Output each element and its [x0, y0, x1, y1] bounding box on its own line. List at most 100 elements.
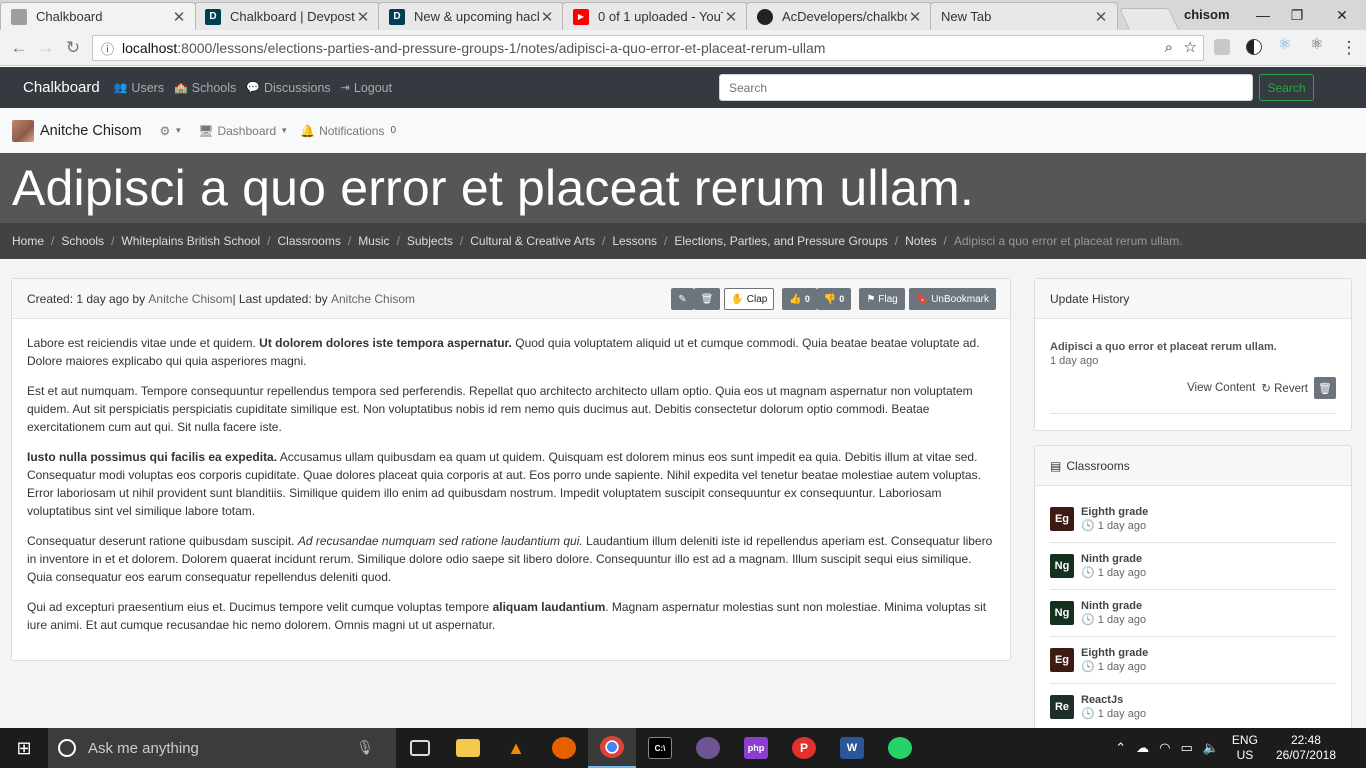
chevron-up-icon[interactable]: ⌃ [1115, 740, 1126, 756]
nav-discussions[interactable]: 💬 Discussions [246, 81, 330, 95]
settings-dropdown[interactable]: ⚙ ▼ [160, 124, 183, 138]
restore-icon[interactable]: ❐ [1280, 4, 1314, 26]
close-icon[interactable]: ✕ [907, 8, 923, 26]
linkedin-extension-icon[interactable] [1214, 39, 1230, 55]
author-link[interactable]: Anitche Chisom [148, 292, 232, 306]
username[interactable]: Anitche Chisom [40, 123, 142, 139]
dark-mode-extension-icon[interactable] [1246, 39, 1262, 55]
forward-icon[interactable]: → [35, 37, 57, 59]
dislike-button[interactable]: 👎 0 [816, 288, 852, 310]
breadcrumb-home[interactable]: Home [12, 234, 44, 248]
volume-icon[interactable]: 🔈 [1203, 740, 1219, 756]
classroom-item[interactable]: Re ReactJs 🕓 1 day ago [1050, 684, 1336, 731]
breadcrumb-notes[interactable]: Notes [905, 234, 936, 248]
info-icon[interactable]: ⓘ [101, 39, 114, 58]
browser-tab-github[interactable]: AcDevelopers/chalkboa ✕ [746, 2, 932, 30]
profile-name[interactable]: chisom [1184, 7, 1230, 22]
tab-title: Chalkboard [36, 9, 103, 24]
like-button[interactable]: 👍 0 [782, 288, 817, 310]
phpstorm-icon[interactable]: php [732, 728, 780, 768]
whatsapp-icon[interactable] [876, 728, 924, 768]
breadcrumb-subjects[interactable]: Subjects [407, 234, 453, 248]
dashboard-dropdown[interactable]: 🖥 Dashboard ▼ [198, 124, 288, 138]
tab-title: New & upcoming hackt [414, 9, 539, 24]
delete-button[interactable]: 🗑 [693, 288, 721, 310]
system-tray: ⌃ ☁ ◠ ▭ 🔈 ENG US 22:48 26/07/2018 [1110, 728, 1366, 768]
zoom-icon[interactable]: ⌕ [1165, 39, 1173, 56]
close-icon[interactable]: ✕ [355, 8, 371, 26]
delete-history-button[interactable]: 🗑 [1314, 377, 1336, 399]
edit-button[interactable]: ✎ [671, 288, 694, 310]
file-explorer-icon[interactable] [444, 728, 492, 768]
vlc-icon[interactable]: ▲ [492, 728, 540, 768]
browser-tab-devpost[interactable]: D Chalkboard | Devpost ✕ [194, 2, 380, 30]
react-devtools-icon[interactable]: ⚛ [1278, 35, 1294, 53]
wifi-icon[interactable]: ◠ [1159, 740, 1170, 756]
nav-logout[interactable]: ⇥ Logout [341, 81, 392, 95]
language-indicator[interactable]: ENG US [1232, 733, 1258, 763]
clap-button[interactable]: ✋ Clap [724, 288, 775, 310]
avatar[interactable] [12, 119, 34, 142]
history-item: Adipisci a quo error et placeat rerum ul… [1050, 341, 1336, 414]
breadcrumb-lesson[interactable]: Elections, Parties, and Pressure Groups [674, 234, 887, 248]
unbookmark-button[interactable]: 🔖 UnBookmark [908, 288, 996, 310]
breadcrumb-subject[interactable]: Cultural & Creative Arts [470, 234, 595, 248]
back-icon[interactable]: ← [8, 37, 30, 59]
bookmark-star-icon[interactable]: ☆ [1184, 38, 1197, 56]
address-bar[interactable]: ⓘ localhost:8000/lessons/elections-parti… [92, 35, 1204, 61]
microphone-icon[interactable]: 🎙 [356, 739, 374, 756]
classroom-item[interactable]: Eg Eighth grade 🕓 1 day ago [1050, 496, 1336, 543]
classrooms-card: ▤ Classrooms Eg Eighth grade 🕓 1 day ago N… [1034, 445, 1352, 735]
browser-tab-hackathons[interactable]: D New & upcoming hackt ✕ [378, 2, 564, 30]
cloud-icon[interactable]: ☁ [1136, 740, 1149, 756]
note-body: Labore est reiciendis vitae unde et quid… [12, 319, 1010, 661]
chrome-icon[interactable] [588, 728, 636, 768]
nav-schools[interactable]: 🏫 Schools [174, 81, 236, 95]
breadcrumb-classrooms[interactable]: Classrooms [277, 234, 340, 248]
close-icon[interactable]: ✕ [539, 8, 555, 26]
thumbs-down-icon: 👎 [823, 293, 837, 305]
classroom-item[interactable]: Ng Ninth grade 🕓 1 day ago [1050, 590, 1336, 637]
menu-icon[interactable]: ⋮ [1338, 37, 1360, 59]
clock[interactable]: 22:48 26/07/2018 [1276, 733, 1336, 763]
cogs-icon: ⚙ [159, 123, 171, 138]
word-icon[interactable]: W [828, 728, 876, 768]
notifications-link[interactable]: 🔔 Notifications 0 [300, 124, 396, 138]
close-icon[interactable]: ✕ [1093, 8, 1109, 26]
close-icon[interactable]: ✕ [171, 8, 187, 26]
search-button[interactable]: Search [1259, 74, 1314, 101]
address-path: :8000/lessons/elections-parties-and-pres… [177, 40, 826, 56]
classroom-item[interactable]: Ng Ninth grade 🕓 1 day ago [1050, 543, 1336, 590]
new-tab-button[interactable] [1118, 8, 1180, 30]
firefox-icon[interactable] [540, 728, 588, 768]
github-desktop-icon[interactable] [684, 728, 732, 768]
classroom-item[interactable]: Eg Eighth grade 🕓 1 day ago [1050, 637, 1336, 684]
breadcrumb-lessons[interactable]: Lessons [612, 234, 657, 248]
browser-tab-youtube[interactable]: ▶ 0 of 1 uploaded - YouTu ✕ [562, 2, 748, 30]
task-view-icon[interactable] [396, 728, 444, 768]
windows-start-icon[interactable]: ⊞ [0, 728, 48, 768]
browser-tab-strip: Chalkboard ✕ D Chalkboard | Devpost ✕ D … [0, 0, 1366, 30]
browser-tab-new-tab[interactable]: New Tab ✕ [930, 2, 1118, 30]
breadcrumb-school[interactable]: Whiteplains British School [121, 234, 260, 248]
cortana-search[interactable]: Ask me anything 🎙 [48, 728, 396, 768]
battery-icon[interactable]: ▭ [1180, 740, 1192, 756]
flag-button[interactable]: ⚑ Flag [859, 288, 905, 310]
minimize-icon[interactable]: — [1246, 4, 1280, 26]
close-window-icon[interactable]: ✕ [1325, 4, 1359, 26]
search-input[interactable] [719, 74, 1253, 101]
react-extension-icon[interactable]: ⚛ [1310, 35, 1326, 53]
breadcrumb-schools[interactable]: Schools [61, 234, 104, 248]
breadcrumb-music[interactable]: Music [358, 234, 389, 248]
reload-icon[interactable]: ↻ [62, 37, 84, 59]
browser-tab-chalkboard[interactable]: Chalkboard ✕ [0, 2, 196, 30]
revert-link[interactable]: ↻ Revert [1261, 381, 1308, 395]
postman-icon[interactable]: P [780, 728, 828, 768]
updater-link[interactable]: Anitche Chisom [331, 292, 415, 306]
tab-title: New Tab [941, 9, 992, 24]
close-icon[interactable]: ✕ [723, 8, 739, 26]
terminal-icon[interactable]: C:\ [636, 728, 684, 768]
nav-users[interactable]: 👥 Users [114, 81, 164, 95]
brand-link[interactable]: Chalkboard [23, 79, 100, 96]
view-content-link[interactable]: View Content [1187, 382, 1255, 394]
